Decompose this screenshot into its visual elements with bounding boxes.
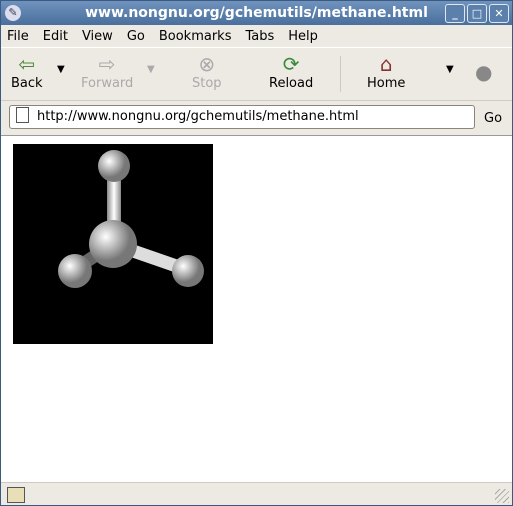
menu-view[interactable]: View (82, 29, 113, 44)
menu-help[interactable]: Help (288, 29, 318, 44)
resize-grip[interactable] (495, 489, 509, 503)
title-bar: ✎ www.nongnu.org/gchemutils/methane.html… (1, 1, 512, 25)
window-title: www.nongnu.org/gchemutils/methane.html (85, 5, 428, 21)
close-button[interactable]: ✕ (489, 4, 509, 23)
menu-file[interactable]: File (7, 29, 29, 44)
menu-go[interactable]: Go (127, 29, 145, 44)
home-button[interactable]: ⌂ Home (367, 52, 405, 91)
methane-molecule-image (13, 144, 213, 344)
security-lock-icon[interactable] (7, 487, 25, 503)
menu-bar: File Edit View Go Bookmarks Tabs Help (1, 25, 512, 47)
page-icon (16, 107, 29, 123)
maximize-button[interactable]: □ (467, 4, 487, 23)
app-icon[interactable]: ✎ (5, 5, 21, 21)
menu-tabs[interactable]: Tabs (245, 29, 274, 44)
back-button[interactable]: ⇦ Back (11, 52, 43, 91)
forward-arrow-icon: ⇨ (98, 52, 116, 76)
browser-window: ✎ www.nongnu.org/gchemutils/methane.html… (0, 0, 513, 506)
forward-history-dropdown[interactable]: ▼ (147, 64, 155, 75)
stop-button[interactable]: ⊗ Stop (192, 52, 222, 91)
forward-button[interactable]: ⇨ Forward (81, 52, 133, 91)
gnome-foot-icon: ● (475, 60, 493, 84)
toolbar: ⇦ Back ▼ ⇨ Forward ▼ ⊗ Stop ⟳ Reload ⌂ Home ▼… (1, 47, 512, 101)
menu-edit[interactable]: Edit (43, 29, 68, 44)
reload-button[interactable]: ⟳ Reload (269, 52, 313, 91)
back-arrow-icon: ⇦ (18, 52, 36, 76)
reload-icon: ⟳ (282, 52, 300, 76)
status-bar (1, 482, 512, 506)
go-button[interactable]: Go (484, 111, 502, 126)
back-history-dropdown[interactable]: ▼ (57, 64, 65, 75)
home-icon: ⌂ (379, 52, 393, 76)
url-input[interactable]: http://www.nongnu.org/gchemutils/methane… (9, 105, 475, 129)
menu-bookmarks[interactable]: Bookmarks (159, 29, 232, 44)
toolbar-overflow-dropdown[interactable]: ▼ (446, 64, 454, 75)
minimize-button[interactable]: _ (445, 4, 465, 23)
toolbar-separator (340, 56, 341, 92)
page-content (1, 135, 512, 482)
stop-icon: ⊗ (198, 52, 216, 76)
